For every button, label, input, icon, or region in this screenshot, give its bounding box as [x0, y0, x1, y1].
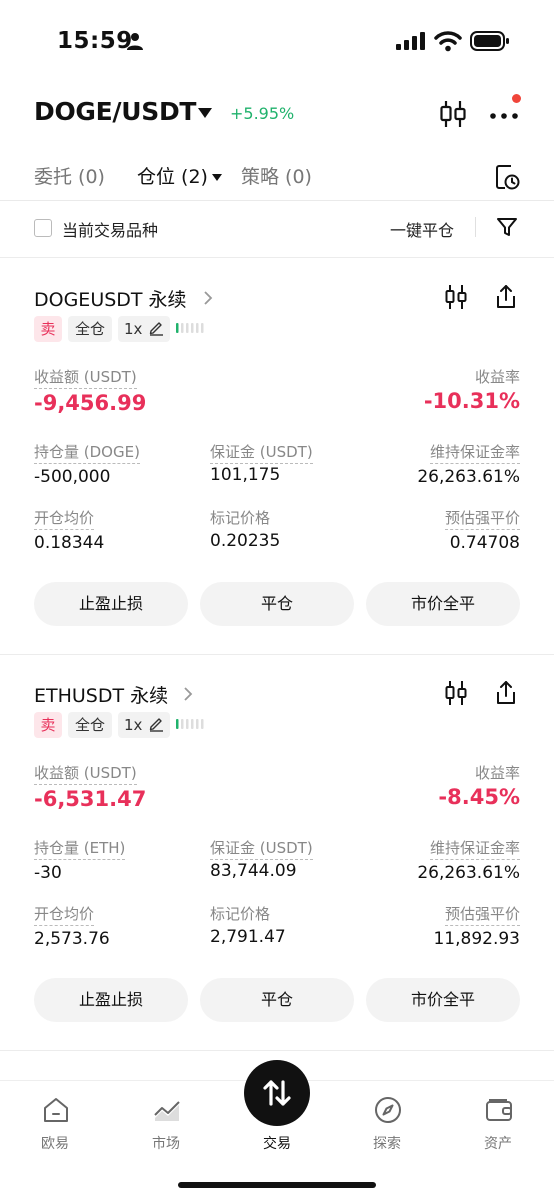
margin-mode-badge: 全仓 [68, 712, 112, 738]
home-indicator [178, 1182, 376, 1188]
tab-positions[interactable]: 仓位 (2) [137, 162, 222, 189]
position-symbol[interactable]: DOGEUSDT 永续 [34, 285, 187, 312]
tp-sl-button[interactable]: 止盈止损 [34, 978, 188, 1022]
filter-divider [475, 217, 476, 237]
wifi-icon [434, 31, 462, 52]
avg-open-price-value: 0.18344 [34, 533, 105, 553]
chevron-right-icon[interactable] [203, 291, 213, 305]
caret-down-icon [211, 174, 222, 181]
margin-label[interactable]: 保证金 (USDT) [210, 837, 313, 860]
liq-price-value: 0.74708 [449, 533, 520, 553]
close-position-button[interactable]: 平仓 [200, 582, 354, 626]
nav-label-market: 市场 [152, 1136, 180, 1152]
candlestick-chart-icon[interactable] [444, 284, 468, 310]
liq-price-label[interactable]: 预估强平价 [444, 507, 520, 530]
side-badge: 卖 [34, 712, 62, 738]
history-icon[interactable] [494, 163, 520, 191]
avg-open-price-label[interactable]: 开仓均价 [34, 507, 95, 530]
nav-label-assets: 资产 [484, 1136, 512, 1152]
close-position-button[interactable]: 平仓 [200, 978, 354, 1022]
tab-positions-label: 仓位 (2) [137, 166, 208, 188]
notification-dot [512, 94, 521, 103]
leverage-value: 1x [124, 716, 143, 734]
leverage-value: 1x [124, 320, 143, 338]
status-bar: 15:59 [0, 0, 554, 84]
position-size-value: -30 [34, 863, 62, 883]
maint-margin-ratio-value: 26,263.61% [417, 467, 520, 487]
liq-price-label[interactable]: 预估强平价 [444, 903, 520, 926]
position-symbol[interactable]: ETHUSDT 永续 [34, 681, 168, 708]
side-badge: 卖 [34, 316, 62, 342]
compass-icon [375, 1097, 401, 1123]
position-size-value: -500,000 [34, 467, 111, 487]
close-all-button[interactable]: 一键平仓 [390, 217, 454, 241]
maint-margin-ratio-value: 26,263.61% [417, 863, 520, 883]
nav-label-home: 欧易 [41, 1136, 69, 1152]
pnl-value: -9,456.99 [34, 391, 147, 415]
margin-value: 101,175 [210, 465, 281, 485]
signal-icon [396, 32, 425, 50]
person-icon [127, 33, 143, 50]
risk-level-bar [176, 719, 204, 729]
pnl-rate-value: -8.45% [438, 785, 520, 809]
chart-icon [154, 1101, 180, 1121]
risk-level-bar [176, 323, 204, 333]
share-icon[interactable] [495, 284, 517, 310]
mark-price-value: 0.20235 [210, 531, 281, 551]
pnl-value: -6,531.47 [34, 787, 147, 811]
battery-icon [470, 31, 509, 51]
tab-orders[interactable]: 委托 (0) [34, 162, 105, 189]
filter-icon[interactable] [496, 216, 518, 238]
tabs-divider [0, 200, 554, 201]
edit-icon[interactable] [148, 320, 164, 336]
pnl-rate-label: 收益率 [474, 368, 520, 386]
margin-label[interactable]: 保证金 (USDT) [210, 441, 313, 464]
maint-margin-ratio-label[interactable]: 维持保证金率 [429, 441, 520, 464]
section-divider [0, 1050, 554, 1051]
market-close-all-button[interactable]: 市价全平 [366, 978, 520, 1022]
mark-price-value: 2,791.47 [210, 927, 286, 947]
mark-price-label: 标记价格 [210, 905, 271, 923]
home-icon [44, 1098, 68, 1122]
mark-price-label: 标记价格 [210, 509, 271, 527]
position-card: DOGEUSDT 永续 卖 全仓 1x 收益额 (USDT) -9,456.99… [0, 258, 554, 653]
chevron-right-icon[interactable] [183, 687, 193, 701]
margin-value: 83,744.09 [210, 861, 297, 881]
current-symbol-checkbox[interactable] [34, 219, 52, 237]
nav-label-trade: 交易 [263, 1136, 291, 1152]
liq-price-value: 11,892.93 [433, 929, 520, 949]
pnl-label[interactable]: 收益额 (USDT) [34, 762, 137, 785]
caret-down-icon[interactable] [196, 106, 214, 120]
avg-open-price-label[interactable]: 开仓均价 [34, 903, 95, 926]
status-time: 15:59 [57, 28, 133, 54]
market-close-all-button[interactable]: 市价全平 [366, 582, 520, 626]
pair-change-percent: +5.95% [230, 104, 295, 123]
nav-label-discover: 探索 [373, 1136, 401, 1152]
swap-icon [263, 1080, 291, 1106]
candlestick-chart-icon[interactable] [438, 99, 468, 129]
current-symbol-label[interactable]: 当前交易品种 [62, 217, 158, 241]
position-size-label[interactable]: 持仓量 (ETH) [34, 837, 126, 860]
more-options-icon[interactable] [488, 100, 522, 128]
avg-open-price-value: 2,573.76 [34, 929, 110, 949]
pnl-label[interactable]: 收益额 (USDT) [34, 366, 137, 389]
candlestick-chart-icon[interactable] [444, 680, 468, 706]
pair-title[interactable]: DOGE/USDT [34, 97, 196, 126]
wallet-icon [486, 1099, 512, 1121]
tab-strategy[interactable]: 策略 (0) [241, 162, 312, 189]
pnl-rate-label: 收益率 [474, 764, 520, 782]
margin-mode-badge: 全仓 [68, 316, 112, 342]
share-icon[interactable] [495, 680, 517, 706]
position-size-label[interactable]: 持仓量 (DOGE) [34, 441, 140, 464]
tp-sl-button[interactable]: 止盈止损 [34, 582, 188, 626]
pnl-rate-value: -10.31% [423, 389, 520, 413]
maint-margin-ratio-label[interactable]: 维持保证金率 [429, 837, 520, 860]
position-card: ETHUSDT 永续 卖 全仓 1x 收益额 (USDT) -6,531.47 … [0, 654, 554, 1049]
edit-icon[interactable] [148, 716, 164, 732]
